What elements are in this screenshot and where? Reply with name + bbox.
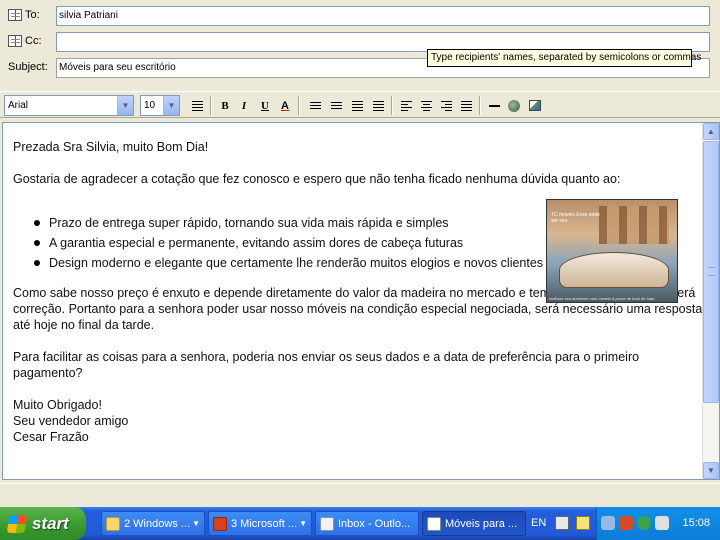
office-furniture-photo[interactable]: TC moveis Esse pode ser seu melhore seu … [546, 199, 678, 303]
scroll-up-button[interactable]: ▲ [703, 123, 719, 140]
language-indicator[interactable]: EN [531, 517, 546, 529]
bullets-button[interactable] [328, 97, 344, 114]
to-row: To: silvia Patriani [0, 4, 720, 26]
windows-taskbar: start 2 Windows ... ▼ 3 Microsoft ... ▼ … [0, 507, 720, 540]
clock[interactable]: 15:08 [682, 517, 710, 529]
help-icon[interactable] [576, 516, 590, 530]
picture-icon [529, 100, 541, 111]
toolbar-separator [298, 96, 300, 115]
task-label: Móveis para ... [445, 517, 518, 530]
bold-button[interactable]: B [217, 97, 233, 114]
address-book-icon [8, 35, 22, 47]
task-label: 2 Windows ... [124, 517, 191, 530]
align-right-button[interactable] [438, 97, 454, 114]
formatting-toolbar: Arial ▼ 10 ▼ B I U A [0, 91, 720, 118]
status-bar [0, 483, 720, 507]
closing-signoff: Seu vendedor amigo [13, 414, 129, 428]
start-label: start [32, 513, 69, 533]
justify-icon [460, 100, 472, 111]
vertical-scrollbar[interactable]: ▲ ▼ [702, 123, 719, 479]
windows-logo-icon [6, 514, 28, 533]
request-paragraph: Para facilitar as coisas para a senhora,… [13, 350, 640, 380]
mail-message-icon [427, 516, 441, 531]
align-center-icon [420, 100, 432, 111]
subject-label-text: Subject: [8, 61, 48, 73]
network-icon[interactable] [601, 516, 615, 530]
photo-caption-bottom: melhore seu ambiente com móveis à prova … [549, 296, 655, 301]
paragraph-style-icon [191, 100, 203, 111]
font-name-value: Arial [8, 100, 29, 111]
globe-link-icon [508, 99, 520, 112]
photo-desk [559, 252, 669, 288]
underline-button[interactable]: U [257, 97, 273, 114]
justify-button[interactable] [458, 97, 474, 114]
taskbar-button-moveis[interactable]: Móveis para ... [422, 511, 526, 536]
align-left-icon [400, 100, 412, 111]
sender-name: Cesar Frazão [13, 430, 89, 444]
start-button[interactable]: start [0, 507, 86, 540]
task-label: Inbox - Outlo... [338, 517, 411, 530]
chevron-down-icon: ▼ [299, 519, 307, 528]
powerpoint-icon [213, 516, 227, 531]
volume-icon[interactable] [637, 516, 651, 530]
cc-button[interactable]: Cc: [8, 34, 42, 48]
taskbar-button-microsoft[interactable]: 3 Microsoft ... ▼ [208, 511, 312, 536]
insert-picture-button[interactable] [527, 97, 543, 114]
scroll-thumb[interactable] [703, 141, 719, 403]
font-size-select[interactable]: 10 ▼ [140, 95, 180, 116]
photo-caption-top: TC moveis Esse pode ser seu [551, 212, 600, 224]
photo-shelf [599, 206, 669, 244]
system-tray: 15:08 [596, 507, 720, 540]
closing-thanks: Muito Obrigado! [13, 398, 102, 412]
toolbar-separator [479, 96, 481, 115]
italic-button[interactable]: I [236, 97, 252, 114]
increase-indent-button[interactable] [370, 97, 386, 114]
scroll-down-button[interactable]: ▼ [703, 462, 719, 479]
chevron-down-icon[interactable]: ▼ [163, 96, 179, 115]
greeting-text: Prezada Sra Silvia, muito Bom Dia! [13, 140, 209, 154]
numbered-list-icon [309, 102, 321, 109]
to-label: To: [25, 9, 40, 21]
tray-app-icon[interactable] [655, 516, 669, 530]
horizontal-line-button[interactable] [486, 97, 502, 114]
chevron-down-icon: ▼ [192, 519, 200, 528]
keyboard-icon[interactable] [555, 516, 569, 530]
toolbar-separator [210, 96, 212, 115]
decrease-indent-button[interactable] [349, 97, 365, 114]
outlook-icon [320, 516, 334, 531]
recipients-tooltip: Type recipients' names, separated by sem… [427, 49, 701, 67]
toolbar-separator [391, 96, 393, 115]
message-header: To: silvia Patriani Cc: Subject: Móveis … [0, 0, 720, 88]
address-book-icon [8, 9, 22, 21]
horizontal-line-icon [488, 104, 500, 107]
align-right-icon [440, 100, 452, 111]
chevron-down-icon[interactable]: ▼ [117, 96, 133, 115]
font-color-button[interactable]: A [277, 97, 293, 114]
to-button[interactable]: To: [8, 8, 40, 22]
message-body-editor[interactable]: Prezada Sra Silvia, muito Bom Dia! Gosta… [2, 122, 720, 480]
bulleted-list-icon [330, 102, 342, 109]
increase-indent-icon [372, 100, 384, 111]
taskbar-button-inbox[interactable]: Inbox - Outlo... [315, 511, 419, 536]
font-name-select[interactable]: Arial ▼ [4, 95, 134, 116]
taskbar-button-windows[interactable]: 2 Windows ... ▼ [101, 511, 205, 536]
style-button[interactable] [189, 97, 205, 114]
to-field[interactable]: silvia Patriani [56, 6, 710, 26]
task-label: 3 Microsoft ... [231, 517, 298, 530]
intro-text: Gostaria de agradecer a cotação que fez … [13, 172, 621, 186]
folder-icon [106, 516, 120, 531]
align-left-button[interactable] [398, 97, 414, 114]
subject-label: Subject: [8, 60, 48, 74]
security-alert-icon[interactable] [619, 516, 633, 530]
insert-hyperlink-button[interactable] [506, 97, 522, 114]
decrease-indent-icon [351, 100, 363, 111]
cc-label: Cc: [25, 35, 42, 47]
numbering-button[interactable] [307, 97, 323, 114]
font-size-value: 10 [144, 100, 156, 111]
align-center-button[interactable] [418, 97, 434, 114]
